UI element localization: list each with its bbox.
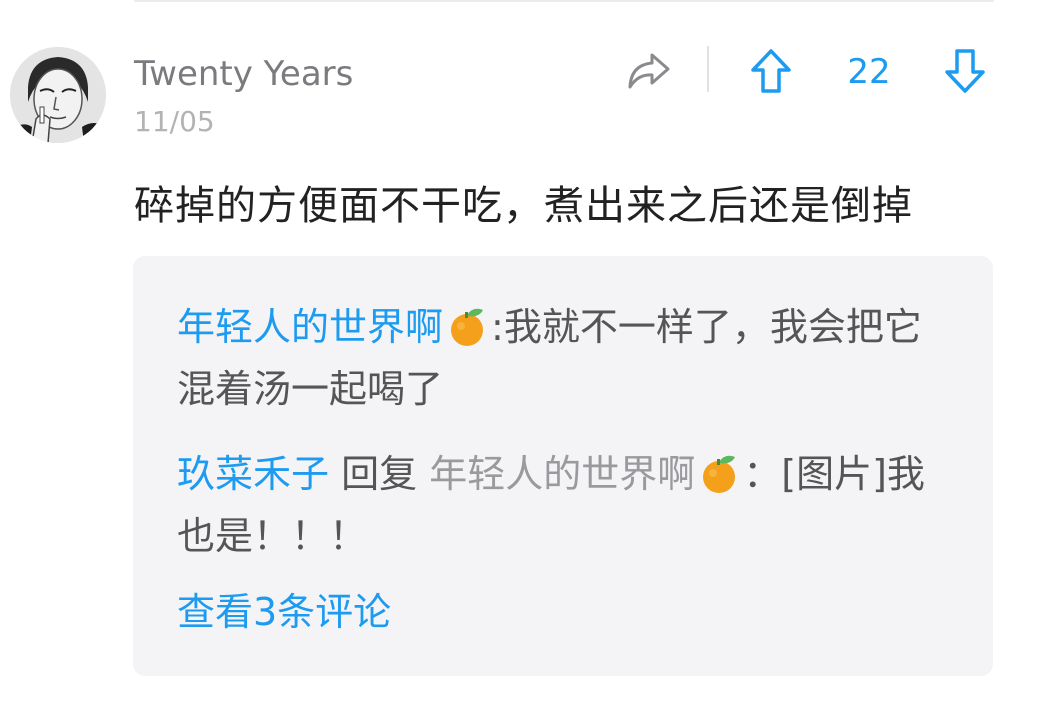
reply-author[interactable]: 玖菜禾子 [177, 452, 329, 496]
share-button[interactable] [624, 48, 674, 94]
action-divider [707, 46, 709, 92]
comment-card: Twenty Years 11/05 22 碎掉的方便面不干吃，煮出来之后还是倒… [0, 0, 1041, 720]
tangerine-icon [451, 308, 484, 346]
comment-date: 11/05 [134, 105, 215, 138]
reply-author[interactable]: 年轻人的世界啊 [177, 305, 443, 349]
tangerine-icon [703, 455, 736, 493]
comment-username[interactable]: Twenty Years [134, 52, 353, 96]
arrow-up-icon [751, 49, 791, 93]
share-arrow-icon [628, 53, 670, 89]
downvote-button[interactable] [940, 46, 990, 96]
top-divider [134, 0, 994, 2]
reply-item[interactable]: 年轻人的世界啊 :我就不一样了，我会把它混着汤一起喝了 [177, 296, 957, 420]
vote-count: 22 [847, 52, 891, 92]
avatar[interactable] [10, 47, 106, 143]
reply-item[interactable]: 玖菜禾子 回复 年轻人的世界啊 ：[图片]我也是！！！ [177, 443, 957, 567]
comment-body: 碎掉的方便面不干吃，煮出来之后还是倒掉 [134, 183, 913, 229]
reply-label: 回复 [341, 452, 418, 496]
reply-separator: : [491, 305, 504, 349]
upvote-button[interactable] [746, 46, 796, 96]
arrow-down-icon [945, 49, 985, 93]
replies-box: 年轻人的世界啊 :我就不一样了，我会把它混着汤一起喝了 玖菜禾子 回复 年轻人的… [133, 256, 993, 676]
reply-target-user[interactable]: 年轻人的世界啊 [429, 452, 695, 496]
view-more-comments-link[interactable]: 查看3条评论 [177, 586, 391, 638]
reply-separator: ： [743, 452, 782, 496]
avatar-portrait-icon [10, 47, 106, 143]
